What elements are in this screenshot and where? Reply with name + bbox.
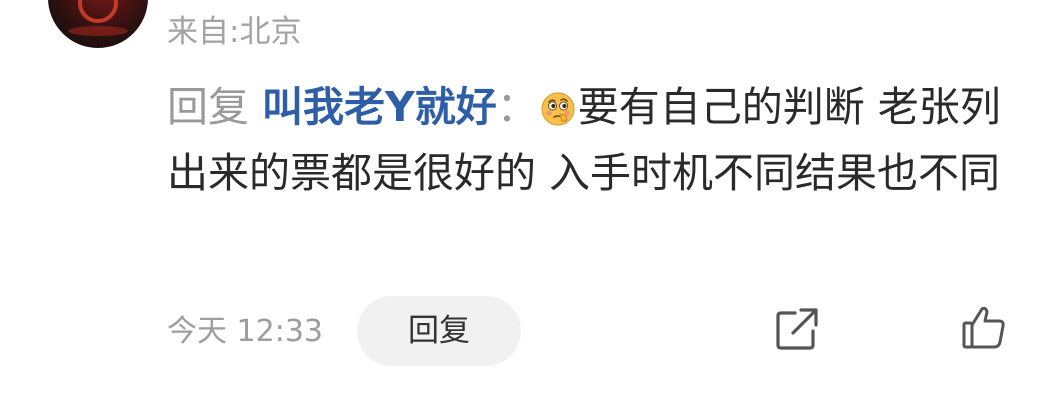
avatar-glow-decoration — [68, 26, 128, 36]
like-button[interactable] — [960, 303, 1008, 351]
colon: ： — [496, 83, 538, 131]
share-icon — [776, 308, 818, 350]
mention-link[interactable]: 叫我老Y就好 — [262, 83, 497, 131]
reply-prefix: 回复 — [167, 83, 249, 131]
thinking-face-emoji — [541, 92, 575, 126]
comment-text: 回复 叫我老Y就好： 要有自己的判断 老张列出来的票都是很好的 入手时机不同结果… — [167, 74, 1027, 206]
avatar[interactable] — [48, 0, 148, 48]
share-button[interactable] — [773, 305, 821, 353]
timestamp: 今天 12:33 — [167, 314, 323, 349]
location-label: 来自:北京 — [167, 14, 302, 50]
thumbs-up-icon — [962, 306, 1005, 349]
avatar-ring-decoration — [78, 0, 118, 23]
reply-button[interactable]: 回复 — [357, 296, 521, 366]
